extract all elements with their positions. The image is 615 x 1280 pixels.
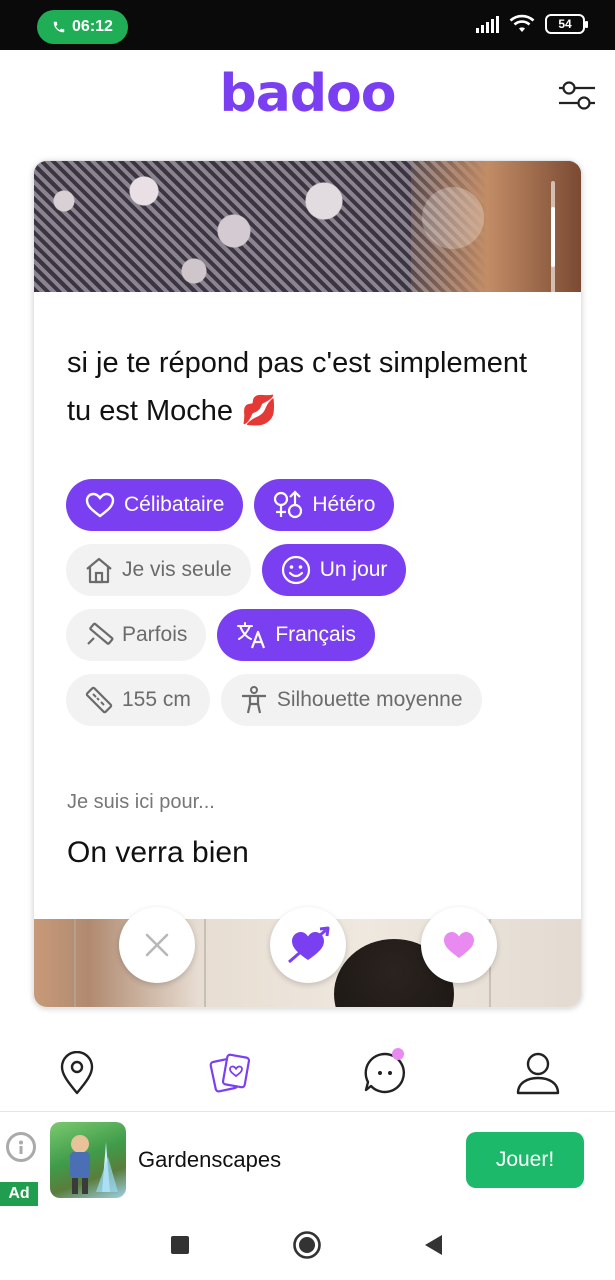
status-bar: 06:12 54 <box>0 0 615 50</box>
profile-bio: si je te répond pas c'est simplement tu … <box>67 347 528 427</box>
ad-label: Ad <box>0 1182 38 1206</box>
chip-body-type: Silhouette moyenne <box>220 674 482 726</box>
signal-icon <box>476 16 499 33</box>
circle-icon <box>293 1231 321 1259</box>
intent-label: Je suis ici pour... <box>67 791 215 813</box>
cigarette-icon <box>87 622 114 645</box>
chip-living: Je vis seule <box>66 544 251 596</box>
status-time: 06:12 <box>72 18 113 35</box>
home-button[interactable] <box>292 1230 322 1260</box>
chip-relationship: Célibataire <box>66 479 244 531</box>
nav-profile[interactable] <box>513 1048 563 1098</box>
chip-children: Un jour <box>261 544 407 596</box>
nav-messages[interactable] <box>360 1048 410 1098</box>
profile-card[interactable]: si je te répond pas c'est simplement tu … <box>33 160 582 1008</box>
chip-label: 155 cm <box>122 688 191 711</box>
square-icon <box>171 1236 189 1254</box>
battery-level: 54 <box>558 17 572 31</box>
unread-dot <box>392 1048 404 1060</box>
nav-encounters[interactable] <box>206 1048 256 1098</box>
profile-icon <box>516 1052 560 1095</box>
chip-label: Un jour <box>319 558 388 581</box>
system-navigation <box>0 1206 615 1280</box>
like-button[interactable] <box>421 907 497 983</box>
close-icon <box>145 933 169 957</box>
chip-label: Célibataire <box>124 493 225 516</box>
ongoing-call-pill[interactable]: 06:12 <box>37 10 128 44</box>
chip-row: Célibataire Hétéro <box>66 479 566 531</box>
phone-icon <box>53 21 65 33</box>
ad-info-icon[interactable] <box>6 1132 36 1162</box>
body-icon <box>241 686 266 714</box>
chip-label: Je vis seule <box>122 558 232 581</box>
crush-button[interactable] <box>270 907 346 983</box>
translate-icon <box>237 622 266 649</box>
cards-icon <box>209 1053 251 1093</box>
sliders-icon <box>559 81 595 110</box>
app-header: badoo <box>0 50 615 145</box>
house-icon <box>86 557 112 584</box>
nav-nearby[interactable] <box>52 1048 102 1098</box>
status-icons: 54 <box>475 14 588 34</box>
verified-badge-icon <box>422 187 484 249</box>
heart-icon <box>444 932 474 958</box>
wifi-icon <box>509 14 535 32</box>
profile-chips: Célibataire Hétéro Je vis seule Un jour … <box>66 479 566 739</box>
heart-outline-icon <box>85 492 115 518</box>
chip-smoking: Parfois <box>66 609 207 661</box>
filter-button[interactable] <box>557 75 597 115</box>
chip-language: Français <box>217 609 375 661</box>
pass-button[interactable] <box>119 907 195 983</box>
ad-play-button[interactable]: Jouer! <box>466 1132 584 1188</box>
smiley-icon <box>281 555 310 585</box>
chip-label: Français <box>275 623 356 646</box>
heart-arrow-icon <box>288 926 330 964</box>
gender-icon <box>274 490 303 519</box>
ruler-icon <box>85 686 113 714</box>
chip-label: Parfois <box>122 623 188 646</box>
chip-orientation: Hétéro <box>254 479 395 531</box>
bottom-navigation <box>0 1030 615 1110</box>
photo-scroll-thumb[interactable] <box>551 207 555 267</box>
ad-app-icon <box>50 1122 126 1198</box>
intent-value: On verra bien <box>67 836 249 869</box>
badoo-logo: badoo <box>219 64 397 124</box>
chip-row: Je vis seule Un jour <box>66 544 566 596</box>
chip-row: Parfois Français <box>66 609 566 661</box>
chip-label: Silhouette moyenne <box>276 688 463 711</box>
battery-icon: 54 <box>545 14 588 34</box>
chip-height: 155 cm <box>66 674 210 726</box>
info-icon <box>19 1140 23 1154</box>
ad-banner[interactable]: Ad Gardenscapes Jouer! <box>0 1111 615 1206</box>
chip-label: Hétéro <box>312 493 376 516</box>
back-button[interactable] <box>418 1230 448 1260</box>
recents-button[interactable] <box>165 1230 195 1260</box>
ad-title: Gardenscapes <box>138 1147 282 1172</box>
location-pin-icon <box>60 1051 94 1095</box>
triangle-back-icon <box>425 1235 442 1255</box>
chip-row: 155 cm Silhouette moyenne <box>66 674 566 726</box>
